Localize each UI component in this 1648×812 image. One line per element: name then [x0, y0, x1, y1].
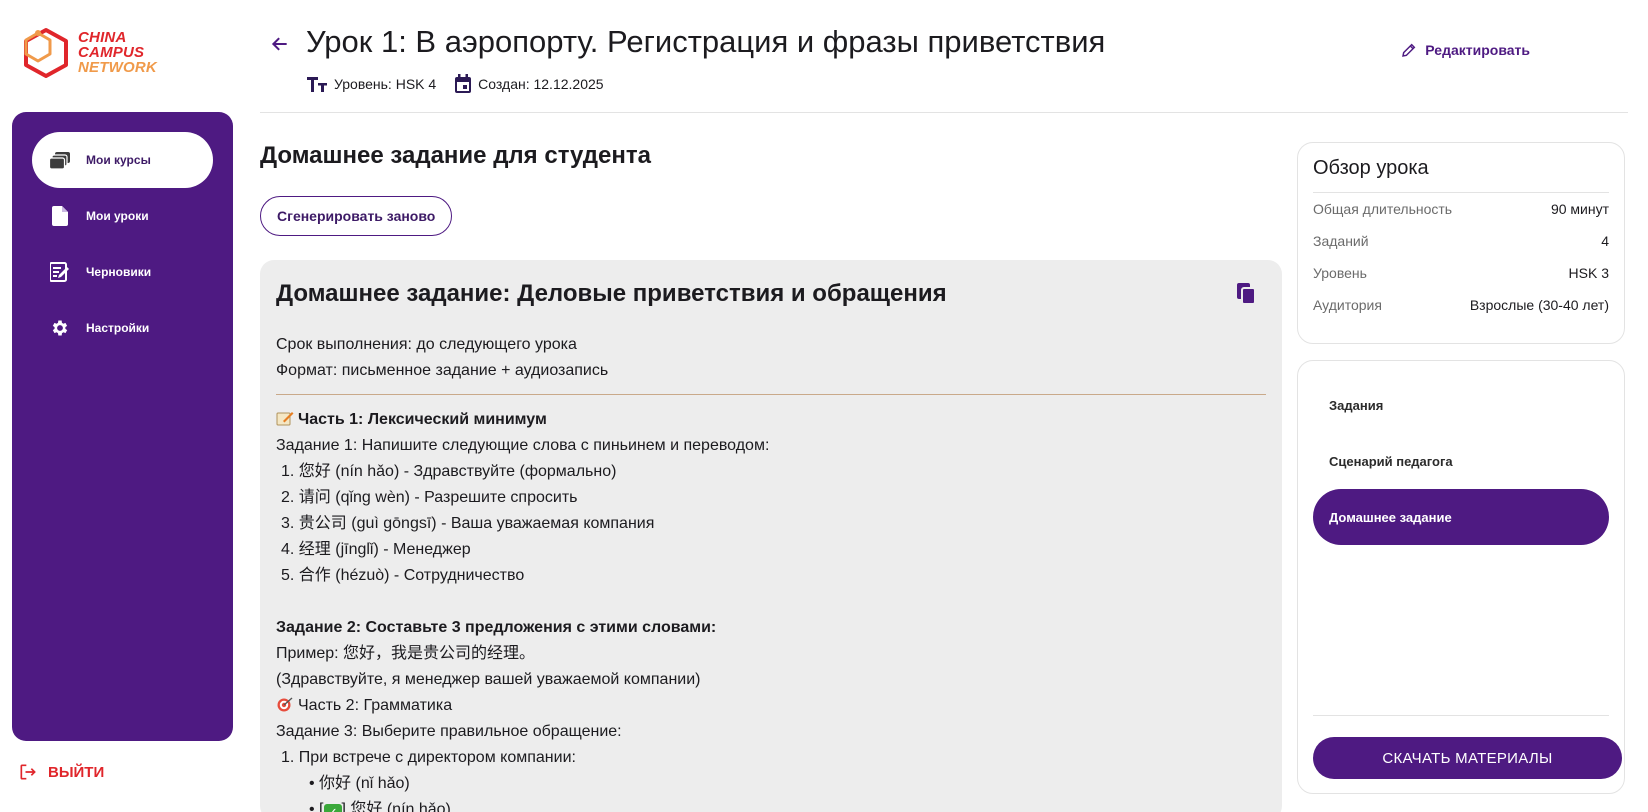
edit-note-icon [48, 260, 72, 284]
download-materials-button[interactable]: СКАЧАТЬ МАТЕРИАЛЫ [1313, 737, 1622, 779]
overview-row-duration: Общая длительность 90 минут [1313, 201, 1609, 217]
hexagon-logo-icon [24, 28, 68, 78]
edit-button[interactable]: Редактировать [1401, 42, 1530, 58]
document-icon [48, 204, 72, 228]
pencil-icon [1402, 43, 1416, 57]
check-icon: ✓ [323, 804, 342, 812]
option-item-correct: • [✓] 您好 (nín hǎo) [276, 797, 1266, 812]
example-translation: (Здравствуйте, я менеджер вашей уважаемо… [276, 671, 701, 688]
brand-logo[interactable]: CHINA CAMPUS NETWORK [20, 24, 170, 84]
logo-text: CHINA CAMPUS NETWORK [78, 30, 157, 75]
target-icon [277, 697, 293, 712]
level-text: Уровень: HSK 4 [334, 76, 437, 92]
part1-heading: Часть 1: Лексический минимум [276, 407, 1266, 433]
task1-text: Задание 1: Напишите следующие слова с пи… [276, 437, 770, 454]
sidebar: Мои курсы Мои уроки Черновики Настройки [12, 112, 233, 741]
task3-text: Задание 3: Выберите правильное обращение… [276, 723, 622, 740]
logout-label: ВЫЙТИ [48, 763, 105, 781]
homework-card: Домашнее задание: Деловые приветствия и … [260, 260, 1282, 812]
tab-homework[interactable]: Домашнее задание [1313, 489, 1609, 545]
app-root: CHINA CAMPUS NETWORK Мои курсы Мои уроки… [0, 0, 1648, 812]
back-button[interactable] [266, 30, 294, 58]
arrow-left-icon [271, 37, 287, 51]
header-divider [260, 112, 1628, 113]
overview-row-tasks: Заданий 4 [1313, 233, 1609, 249]
sidebar-item-my-lessons[interactable]: Мои уроки [32, 188, 213, 244]
logout-button[interactable]: ВЫЙТИ [18, 762, 104, 782]
homework-body: Часть 1: Лексический минимум Задание 1: … [276, 407, 1266, 812]
logo-line-1: CHINA [78, 29, 127, 46]
section-title: Домашнее задание для студента [260, 142, 651, 169]
list-item: 5. 合作 (hézuò) - Сотрудничество [281, 567, 525, 584]
homework-title: Домашнее задание: Деловые приветствия и … [276, 280, 947, 307]
homework-format: Формат: письменное задание + аудиозапись [276, 362, 609, 379]
list-item: 2. 请问 (qǐng wèn) - Разрешите спросить [281, 489, 578, 506]
edit-label: Редактировать [1425, 42, 1530, 58]
task2-text: Задание 2: Составьте 3 предложения с эти… [276, 619, 717, 636]
gear-icon [48, 316, 72, 340]
overview-row-level: Уровень HSK 3 [1313, 265, 1609, 281]
lesson-overview-card: Обзор урока Общая длительность 90 минут З… [1297, 142, 1625, 344]
copy-icon [1237, 283, 1256, 305]
tabs-divider [1313, 715, 1609, 716]
homework-deadline: Срок выполнения: до следующего урока [276, 336, 577, 353]
memo-icon [276, 412, 294, 426]
copy-button[interactable] [1236, 282, 1262, 308]
homework-divider [276, 394, 1266, 395]
level-meta: Уровень: HSK 4 [306, 75, 436, 93]
sidebar-item-drafts[interactable]: Черновики [32, 244, 213, 300]
list-item: 1. 您好 (nín hǎo) - Здравствуйте (формальн… [281, 463, 617, 480]
sidebar-item-my-courses[interactable]: Мои курсы [32, 132, 213, 188]
sidebar-item-label: Черновики [86, 265, 152, 279]
lesson-meta: Уровень: HSK 4 Создан: 12.12.2025 [306, 74, 622, 94]
created-meta: Создан: 12.12.2025 [454, 74, 604, 94]
list-item: 4. 经理 (jīnglǐ) - Менеджер [281, 541, 471, 558]
logo-line-3: NETWORK [78, 59, 157, 76]
lesson-tabs-card: Задания Сценарий педагога Домашнее задан… [1297, 360, 1625, 794]
calendar-icon [455, 74, 472, 93]
sidebar-item-label: Мои курсы [86, 153, 151, 167]
example-text: Пример: 您好，我是贵公司的经理。 [276, 645, 536, 662]
sidebar-item-label: Настройки [86, 321, 150, 335]
tab-tasks[interactable]: Задания [1313, 377, 1609, 433]
question-text: 1. При встрече с директором компании: [281, 749, 576, 766]
overview-title: Обзор урока [1313, 157, 1609, 193]
homework-meta: Срок выполнения: до следующего урока Фор… [276, 332, 1266, 384]
text-size-icon [307, 77, 327, 92]
list-item: 3. 贵公司 (guì gōngsī) - Ваша уважаемая ком… [281, 515, 655, 532]
sidebar-item-label: Мои уроки [86, 209, 149, 223]
regenerate-button[interactable]: Сгенерировать заново [260, 196, 453, 236]
tab-teacher-script[interactable]: Сценарий педагога [1313, 433, 1609, 489]
option-item: • 你好 (nǐ hǎo) [309, 775, 410, 792]
sidebar-item-settings[interactable]: Настройки [32, 300, 213, 356]
created-text: Создан: 12.12.2025 [478, 76, 604, 92]
stack-icon [48, 148, 72, 172]
logo-line-2: CAMPUS [78, 44, 145, 61]
logout-icon [20, 764, 36, 780]
part2-heading: Часть 2: Грамматика [276, 693, 1266, 719]
page-title: Урок 1: В аэропорту. Регистрация и фразы… [306, 24, 1106, 59]
overview-row-audience: Аудитория Взрослые (30-40 лет) [1313, 297, 1609, 313]
